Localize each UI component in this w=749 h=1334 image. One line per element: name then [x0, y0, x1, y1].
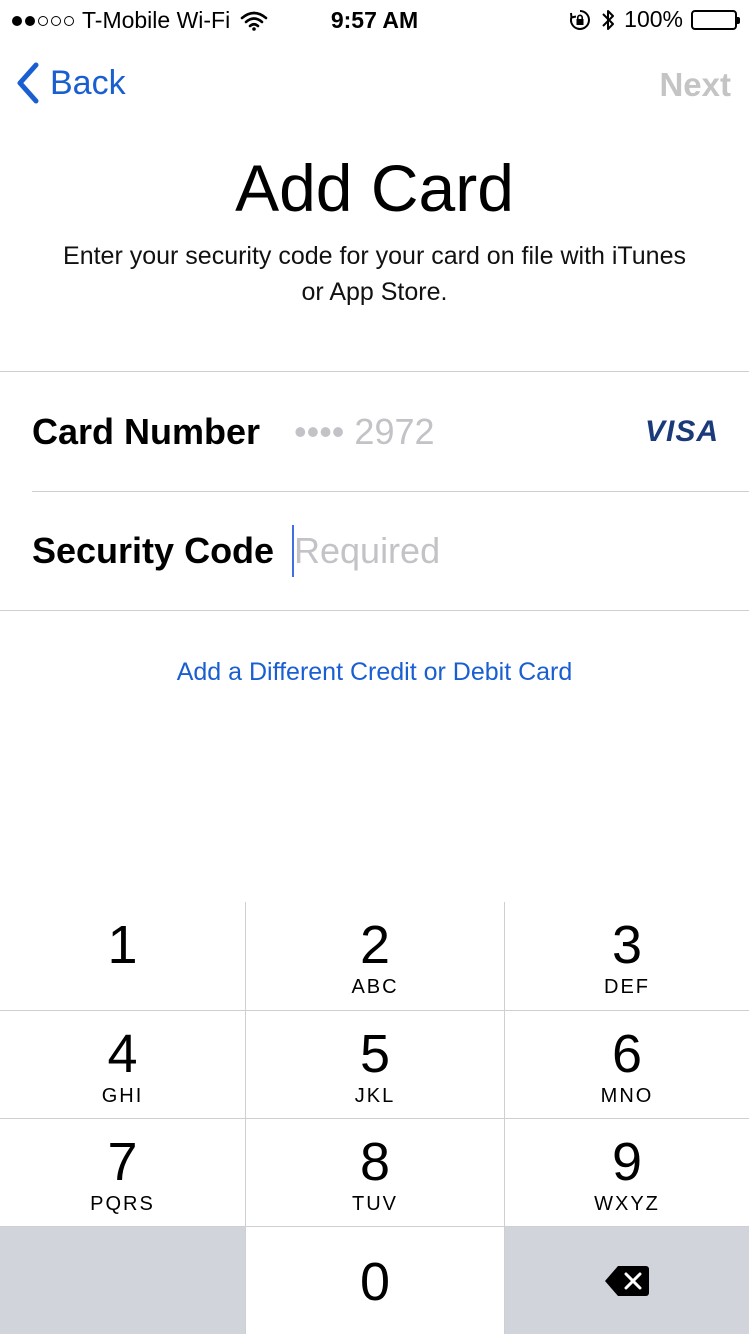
- key-letters: MNO: [600, 1085, 654, 1107]
- keypad-divider: [0, 1118, 749, 1119]
- navigation-bar: Back Next: [0, 40, 749, 128]
- card-number-row: Card Number •••• 2972 VISA: [0, 372, 749, 491]
- security-code-row[interactable]: Security Code Required: [0, 491, 749, 610]
- key-digit: 4: [107, 1024, 138, 1084]
- key-digit: 9: [611, 1132, 643, 1192]
- key-letters: PQRS: [90, 1193, 155, 1215]
- key-letters: GHI: [101, 1085, 144, 1107]
- battery-icon: [691, 9, 740, 30]
- key-digit: 6: [611, 1024, 643, 1084]
- key-blank: [0, 1227, 245, 1334]
- key-letters: TUV: [352, 1193, 398, 1215]
- key-letters: DEF: [604, 976, 650, 998]
- bluetooth-icon: [602, 9, 615, 30]
- key-letters: ABC: [351, 976, 399, 998]
- security-code-label: Security Code: [32, 529, 275, 571]
- key-digit: 8: [359, 1132, 391, 1192]
- page-title: Add Card: [235, 151, 514, 225]
- status-bar: T-Mobile Wi-Fi 9:57 AM 100%: [0, 0, 749, 40]
- security-code-input[interactable]: Required: [294, 530, 440, 572]
- card-number-label: Card Number: [32, 410, 261, 452]
- key-9[interactable]: 9 WXYZ: [505, 1119, 749, 1226]
- key-6[interactable]: 6 MNO: [505, 1011, 749, 1118]
- back-button[interactable]: Back: [16, 62, 126, 104]
- key-5[interactable]: 5 JKL: [246, 1011, 504, 1118]
- key-digit: 0: [359, 1252, 391, 1312]
- keypad-divider: [0, 1226, 749, 1227]
- key-letters: WXYZ: [594, 1193, 660, 1215]
- key-digit: 3: [611, 915, 643, 975]
- page-subtitle: Enter your security code for your card o…: [63, 242, 686, 306]
- back-label: Back: [50, 63, 126, 102]
- backspace-icon: [605, 1265, 649, 1296]
- keypad-divider: [0, 1010, 749, 1011]
- key-8[interactable]: 8 TUV: [246, 1119, 504, 1226]
- key-digit: 5: [359, 1024, 391, 1084]
- visa-logo: VISA: [644, 414, 719, 448]
- key-digit: 2: [359, 915, 391, 975]
- battery-percent: 100%: [624, 6, 683, 32]
- rotation-lock-icon: [570, 9, 591, 30]
- add-different-card-link[interactable]: Add a Different Credit or Debit Card: [0, 658, 749, 687]
- key-3[interactable]: 3 DEF: [505, 902, 749, 1010]
- key-digit: 1: [107, 915, 138, 975]
- key-2[interactable]: 2 ABC: [246, 902, 504, 1010]
- key-4[interactable]: 4 GHI: [0, 1011, 245, 1118]
- key-1[interactable]: 1: [0, 902, 245, 1010]
- numeric-keypad: 1 2 ABC 3 DEF 4 GHI 5 JKL 6 MNO 7 PQRS 8…: [0, 902, 749, 1334]
- card-form: Card Number •••• 2972 VISA Security Code…: [0, 371, 749, 611]
- key-0[interactable]: 0: [246, 1227, 504, 1334]
- delete-key[interactable]: [505, 1227, 749, 1334]
- key-7[interactable]: 7 PQRS: [0, 1119, 245, 1226]
- card-number-value: •••• 2972: [294, 410, 435, 452]
- next-button[interactable]: Next: [659, 66, 731, 104]
- key-digit: 7: [107, 1132, 138, 1192]
- status-right: 100%: [568, 6, 740, 33]
- key-letters: JKL: [354, 1085, 396, 1107]
- chevron-left-icon: [17, 62, 39, 104]
